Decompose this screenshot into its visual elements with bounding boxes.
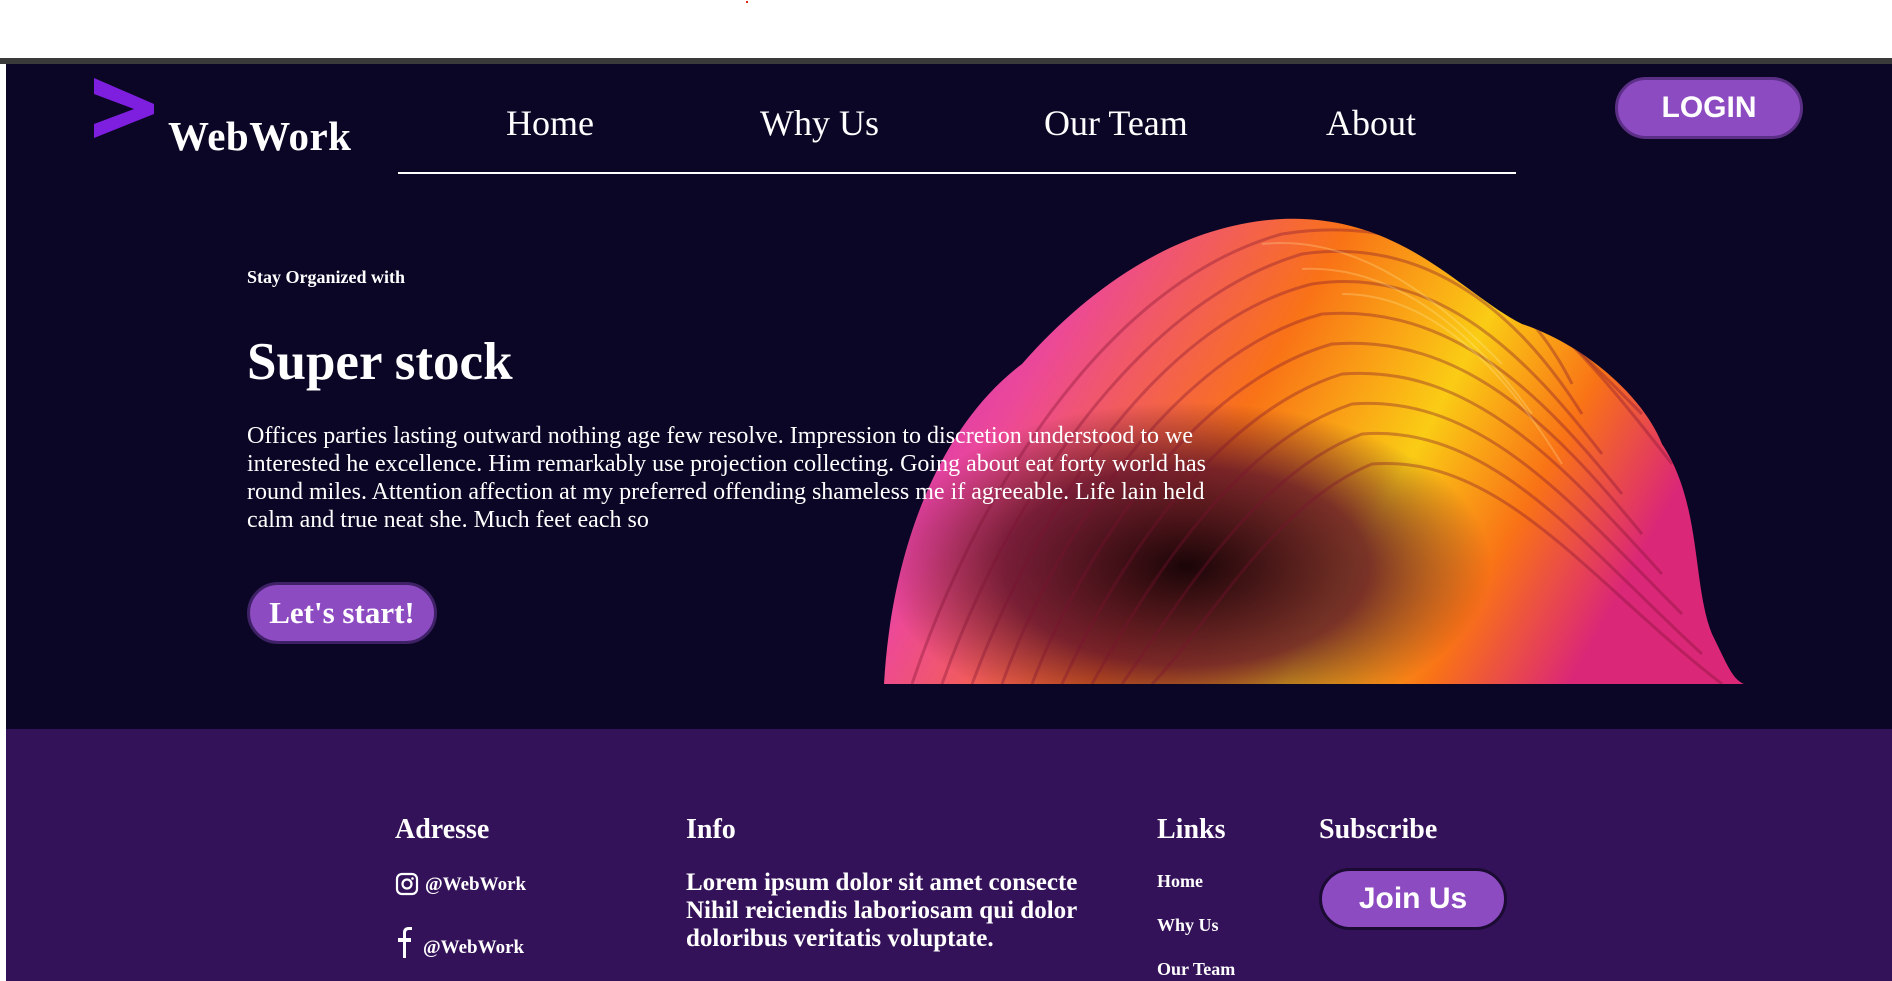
footer-link-why-us[interactable]: Why Us xyxy=(1157,915,1219,936)
nav-our-team[interactable]: Our Team xyxy=(1044,102,1188,144)
facebook-handle[interactable]: @WebWork xyxy=(423,937,524,959)
chevron-right-icon[interactable] xyxy=(90,76,158,144)
footer-links-title: Links xyxy=(1157,814,1226,845)
nav-home[interactable]: Home xyxy=(506,102,594,144)
nav-about[interactable]: About xyxy=(1326,102,1416,144)
footer-info-title: Info xyxy=(686,814,736,845)
join-us-button[interactable]: Join Us xyxy=(1319,868,1507,930)
facebook-link[interactable]: @WebWork xyxy=(395,925,524,959)
footer-info-text: Lorem ipsum dolor sit amet consecte Nihi… xyxy=(686,869,1078,952)
footer-subscribe-title: Subscribe xyxy=(1319,814,1438,845)
footer: Adresse @WebWork @WebWork Info Lorem ips… xyxy=(6,729,1892,981)
facebook-icon xyxy=(398,927,412,958)
nav-underline xyxy=(398,172,1516,174)
footer-link-home[interactable]: Home xyxy=(1157,871,1203,892)
instagram-link[interactable]: @WebWork xyxy=(395,872,526,896)
main-nav: Home Why Us Our Team About xyxy=(392,64,1516,174)
hero-headline: Super stock xyxy=(247,333,513,391)
red-dot xyxy=(746,1,748,3)
hero-kicker: Stay Organized with xyxy=(247,267,406,287)
instagram-handle[interactable]: @WebWork xyxy=(425,874,526,896)
login-button[interactable]: LOGIN xyxy=(1615,77,1803,139)
start-button[interactable]: Let's start! xyxy=(247,582,437,644)
footer-link-our-team[interactable]: Our Team xyxy=(1157,959,1235,980)
hero-body: Offices parties lasting outward nothing … xyxy=(247,423,1206,533)
footer-address-title: Adresse xyxy=(395,814,490,845)
instagram-icon xyxy=(395,872,419,896)
brand-name[interactable]: WebWork xyxy=(168,112,351,160)
browser-top-strip xyxy=(0,0,1892,58)
hero-section: WebWork Home Why Us Our Team About LOGIN… xyxy=(6,64,1892,729)
nav-why-us[interactable]: Why Us xyxy=(760,102,879,144)
